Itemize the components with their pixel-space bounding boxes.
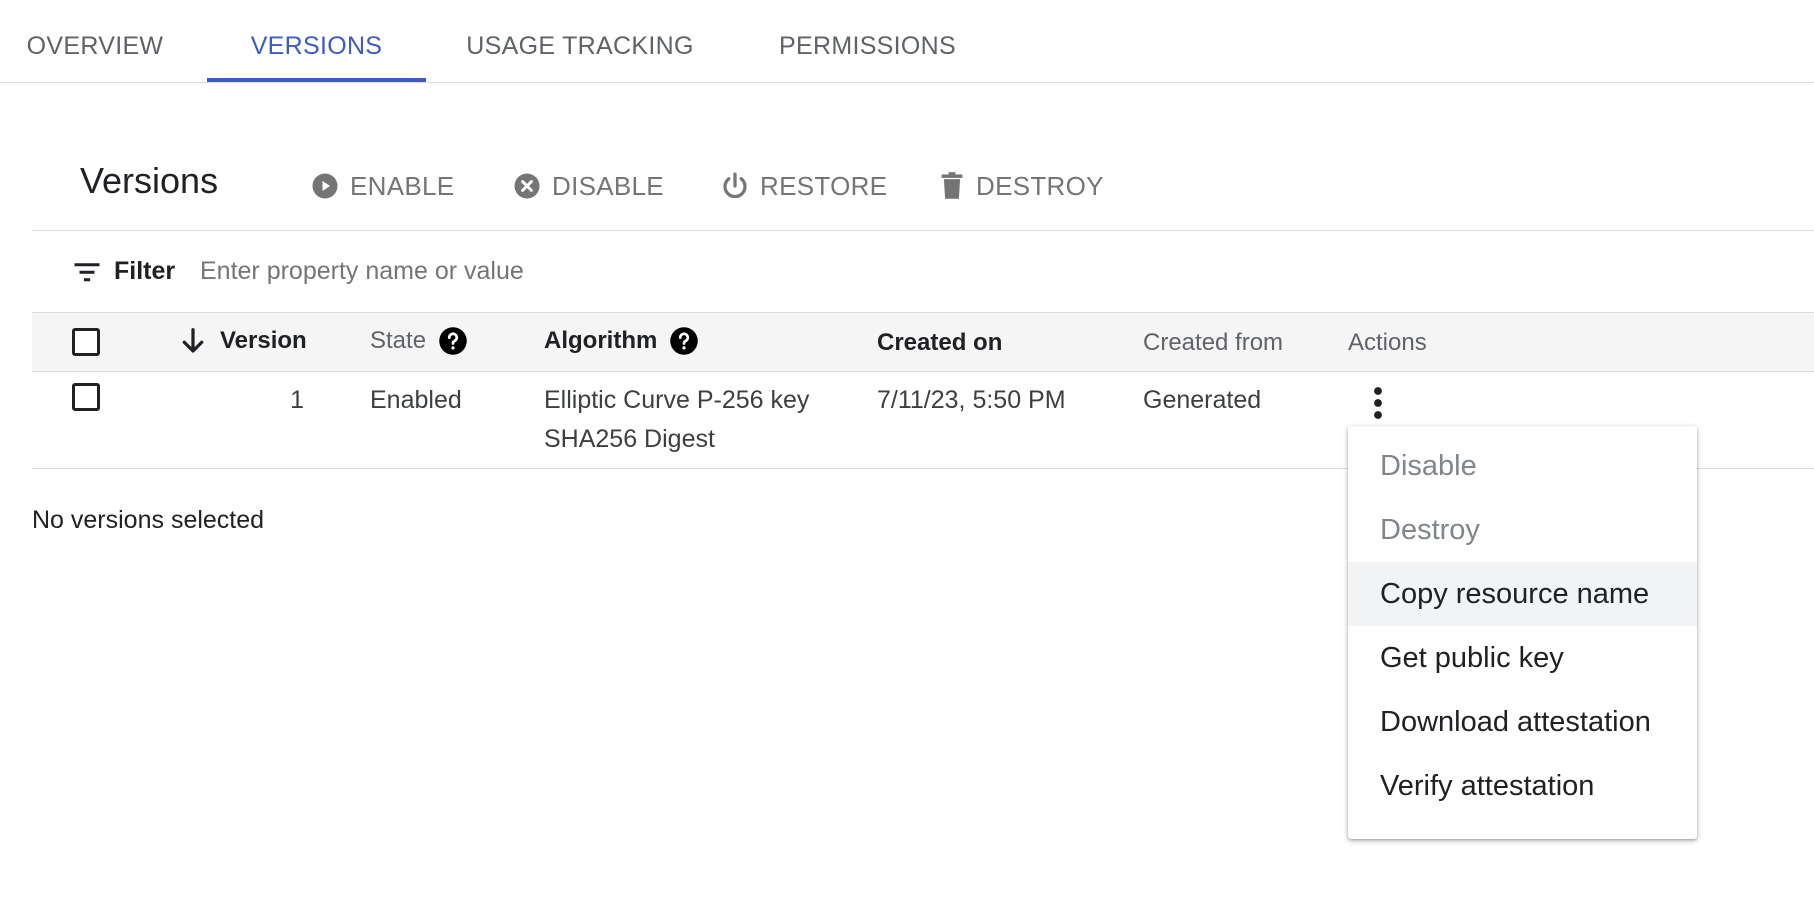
restore-label: RESTORE bbox=[760, 170, 888, 201]
menu-item-disable[interactable]: Disable bbox=[1348, 434, 1697, 498]
menu-item-destroy[interactable]: Destroy bbox=[1348, 498, 1697, 562]
algorithm-line-2: SHA256 Digest bbox=[544, 425, 715, 453]
algorithm-cell: Elliptic Curve P-256 key SHA256 Digest bbox=[544, 381, 809, 459]
menu-item-copy-resource-name[interactable]: Copy resource name bbox=[1348, 562, 1697, 626]
tab-versions[interactable]: VERSIONS bbox=[207, 0, 426, 82]
filter-bar: Filter bbox=[32, 231, 1814, 311]
row-actions-menu: Disable Destroy Copy resource name Get p… bbox=[1348, 426, 1697, 839]
disable-label: DISABLE bbox=[552, 170, 664, 201]
row-actions-button[interactable] bbox=[1358, 383, 1398, 423]
filter-input[interactable] bbox=[198, 249, 902, 293]
tab-bar: OVERVIEW VERSIONS USAGE TRACKING PERMISS… bbox=[0, 0, 1814, 83]
row-checkbox[interactable] bbox=[72, 383, 100, 411]
enable-button[interactable]: ENABLE bbox=[310, 166, 454, 206]
version-column-header[interactable]: Version bbox=[178, 326, 307, 356]
versions-toolbar: Versions ENABLE DISABLE RESTORE DESTROY bbox=[32, 120, 1814, 231]
arrow-down-icon bbox=[182, 328, 204, 353]
created-from-column-header: Created from bbox=[1143, 329, 1284, 356]
algorithm-column-header: Algorithm bbox=[544, 326, 699, 356]
help-icon[interactable] bbox=[669, 326, 699, 356]
filter-label: Filter bbox=[114, 257, 176, 285]
tab-usage-tracking[interactable]: USAGE TRACKING bbox=[460, 0, 700, 82]
restore-button[interactable]: RESTORE bbox=[720, 166, 887, 206]
state-header-label: State bbox=[370, 327, 427, 354]
select-all-checkbox[interactable] bbox=[72, 328, 100, 356]
play-circle-icon bbox=[312, 173, 338, 199]
tab-overview[interactable]: OVERVIEW bbox=[0, 0, 190, 82]
more-vert-icon bbox=[1374, 387, 1382, 419]
menu-item-verify-attestation[interactable]: Verify attestation bbox=[1348, 754, 1697, 818]
trash-icon bbox=[941, 172, 963, 199]
table-header: Version State Algorithm Created on Creat… bbox=[32, 312, 1814, 372]
created-from-cell: Generated bbox=[1143, 386, 1262, 414]
menu-item-download-attestation[interactable]: Download attestation bbox=[1348, 690, 1697, 754]
help-icon[interactable] bbox=[438, 326, 468, 356]
cancel-circle-icon bbox=[514, 173, 540, 199]
selection-status: No versions selected bbox=[32, 506, 265, 534]
version-header-label: Version bbox=[220, 327, 307, 354]
actions-column-header: Actions bbox=[1348, 329, 1427, 356]
power-icon bbox=[723, 172, 747, 199]
destroy-button[interactable]: DESTROY bbox=[938, 166, 1104, 206]
tab-permissions[interactable]: PERMISSIONS bbox=[770, 0, 965, 82]
state-column-header: State bbox=[370, 326, 468, 356]
filter-icon bbox=[74, 263, 100, 282]
created-on-cell: 7/11/23, 5:50 PM bbox=[877, 386, 1066, 414]
enable-label: ENABLE bbox=[350, 170, 455, 201]
menu-item-get-public-key[interactable]: Get public key bbox=[1348, 626, 1697, 690]
version-cell: 1 bbox=[290, 386, 304, 414]
destroy-label: DESTROY bbox=[976, 170, 1104, 201]
page-title: Versions bbox=[80, 160, 219, 201]
created-on-column-header: Created on bbox=[877, 329, 1003, 356]
disable-button[interactable]: DISABLE bbox=[512, 166, 664, 206]
algorithm-header-label: Algorithm bbox=[544, 327, 658, 354]
state-cell: Enabled bbox=[370, 386, 462, 414]
algorithm-line-1: Elliptic Curve P-256 key bbox=[544, 386, 810, 414]
